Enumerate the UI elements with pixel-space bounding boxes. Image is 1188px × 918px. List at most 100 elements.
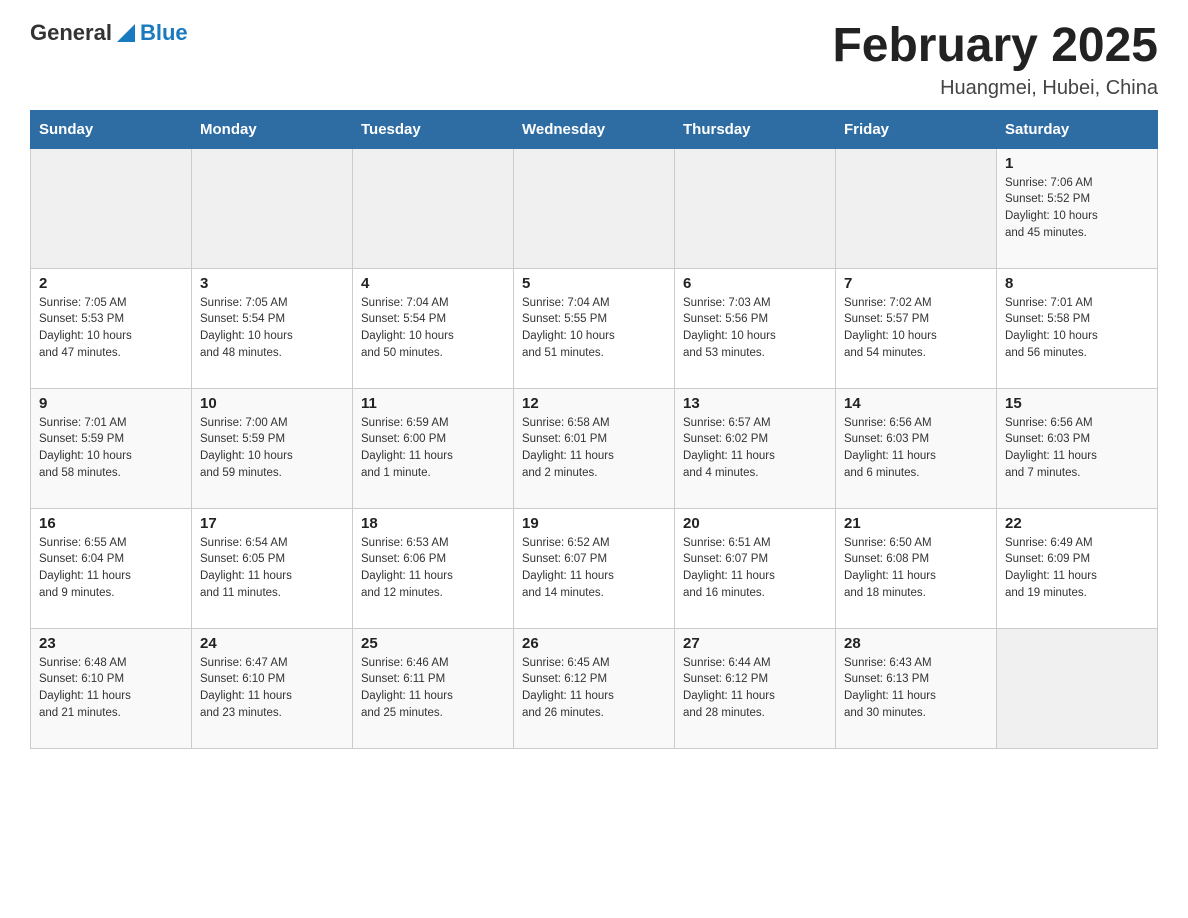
calendar-cell: 27Sunrise: 6:44 AM Sunset: 6:12 PM Dayli…: [675, 628, 836, 748]
day-info: Sunrise: 7:04 AM Sunset: 5:55 PM Dayligh…: [522, 295, 666, 362]
calendar-week-row: 16 Sunrise: 6:55 AM Sunset: 6:04 PM Dayli…: [31, 508, 1158, 628]
weekday-header-tuesday: Tuesday: [353, 110, 514, 148]
logo-text-general: General: [30, 20, 112, 46]
day-info: Sunrise: 6:50 AM Sunset: 6:08 PM Dayligh…: [844, 535, 988, 602]
day-number: 22: [1005, 515, 1149, 532]
day-info: Sunrise: 6:46 AM Sunset: 6:11 PM Dayligh…: [361, 655, 505, 722]
day-number: 19: [522, 515, 666, 532]
day-number: 5: [522, 275, 666, 292]
logo-triangle-icon: [117, 24, 135, 42]
day-number: 28: [844, 635, 988, 652]
calendar-cell: 22 Sunrise: 6:49 AM Sunset: 6:09 PM Dayli…: [997, 508, 1158, 628]
day-info: Sunrise: 6:43 AM Sunset: 6:13 PM Dayligh…: [844, 655, 988, 722]
calendar-cell: 14 Sunrise: 6:56 AM Sunset: 6:03 PM Dayli…: [836, 388, 997, 508]
calendar-cell: 20 Sunrise: 6:51 AM Sunset: 6:07 PM Dayli…: [675, 508, 836, 628]
day-number: 24: [200, 635, 344, 652]
calendar-cell: [31, 148, 192, 268]
weekday-header-row: SundayMondayTuesdayWednesdayThursdayFrid…: [31, 110, 1158, 148]
day-number: 26: [522, 635, 666, 652]
weekday-header-friday: Friday: [836, 110, 997, 148]
day-number: 6: [683, 275, 827, 292]
day-info: Sunrise: 6:53 AM Sunset: 6:06 PM Dayligh…: [361, 535, 505, 602]
title-block: February 2025 Huangmei, Hubei, China: [832, 20, 1158, 100]
calendar-cell: 8 Sunrise: 7:01 AM Sunset: 5:58 PM Daylig…: [997, 268, 1158, 388]
calendar-cell: 25 Sunrise: 6:46 AM Sunset: 6:11 PM Dayli…: [353, 628, 514, 748]
calendar-cell: [514, 148, 675, 268]
calendar-cell: 15 Sunrise: 6:56 AM Sunset: 6:03 PM Dayli…: [997, 388, 1158, 508]
weekday-header-thursday: Thursday: [675, 110, 836, 148]
day-info: Sunrise: 7:03 AM Sunset: 5:56 PM Dayligh…: [683, 295, 827, 362]
calendar-cell: 13Sunrise: 6:57 AM Sunset: 6:02 PM Dayli…: [675, 388, 836, 508]
calendar-cell: 24 Sunrise: 6:47 AM Sunset: 6:10 PM Dayli…: [192, 628, 353, 748]
calendar-cell: 17 Sunrise: 6:54 AM Sunset: 6:05 PM Dayli…: [192, 508, 353, 628]
calendar-cell: 4 Sunrise: 7:04 AM Sunset: 5:54 PM Daylig…: [353, 268, 514, 388]
calendar-cell: 26Sunrise: 6:45 AM Sunset: 6:12 PM Dayli…: [514, 628, 675, 748]
day-info: Sunrise: 7:01 AM Sunset: 5:59 PM Dayligh…: [39, 415, 183, 482]
day-info: Sunrise: 7:05 AM Sunset: 5:53 PM Dayligh…: [39, 295, 183, 362]
day-number: 1: [1005, 155, 1149, 172]
day-number: 18: [361, 515, 505, 532]
day-info: Sunrise: 6:56 AM Sunset: 6:03 PM Dayligh…: [1005, 415, 1149, 482]
calendar-cell: 2 Sunrise: 7:05 AM Sunset: 5:53 PM Daylig…: [31, 268, 192, 388]
calendar-cell: [192, 148, 353, 268]
calendar-cell: 19 Sunrise: 6:52 AM Sunset: 6:07 PM Dayli…: [514, 508, 675, 628]
day-info: Sunrise: 6:49 AM Sunset: 6:09 PM Dayligh…: [1005, 535, 1149, 602]
day-number: 7: [844, 275, 988, 292]
day-info: Sunrise: 7:05 AM Sunset: 5:54 PM Dayligh…: [200, 295, 344, 362]
calendar-subtitle: Huangmei, Hubei, China: [832, 77, 1158, 100]
day-info: Sunrise: 6:56 AM Sunset: 6:03 PM Dayligh…: [844, 415, 988, 482]
day-number: 25: [361, 635, 505, 652]
calendar-cell: 3Sunrise: 7:05 AM Sunset: 5:54 PM Daylig…: [192, 268, 353, 388]
weekday-header-wednesday: Wednesday: [514, 110, 675, 148]
day-info: Sunrise: 7:01 AM Sunset: 5:58 PM Dayligh…: [1005, 295, 1149, 362]
calendar-cell: [675, 148, 836, 268]
day-number: 11: [361, 395, 505, 412]
day-number: 10: [200, 395, 344, 412]
calendar-week-row: 1 Sunrise: 7:06 AM Sunset: 5:52 PM Daylig…: [31, 148, 1158, 268]
calendar-cell: 16 Sunrise: 6:55 AM Sunset: 6:04 PM Dayli…: [31, 508, 192, 628]
calendar-cell: 1 Sunrise: 7:06 AM Sunset: 5:52 PM Daylig…: [997, 148, 1158, 268]
calendar-cell: 6 Sunrise: 7:03 AM Sunset: 5:56 PM Daylig…: [675, 268, 836, 388]
day-info: Sunrise: 6:47 AM Sunset: 6:10 PM Dayligh…: [200, 655, 344, 722]
day-info: Sunrise: 6:54 AM Sunset: 6:05 PM Dayligh…: [200, 535, 344, 602]
day-number: 13: [683, 395, 827, 412]
day-number: 15: [1005, 395, 1149, 412]
calendar-cell: 12Sunrise: 6:58 AM Sunset: 6:01 PM Dayli…: [514, 388, 675, 508]
day-info: Sunrise: 6:51 AM Sunset: 6:07 PM Dayligh…: [683, 535, 827, 602]
day-number: 21: [844, 515, 988, 532]
calendar-week-row: 9 Sunrise: 7:01 AM Sunset: 5:59 PM Daylig…: [31, 388, 1158, 508]
calendar-cell: 18 Sunrise: 6:53 AM Sunset: 6:06 PM Dayli…: [353, 508, 514, 628]
logo: General Blue: [30, 20, 188, 46]
day-number: 20: [683, 515, 827, 532]
day-number: 23: [39, 635, 183, 652]
day-number: 17: [200, 515, 344, 532]
calendar-cell: 7 Sunrise: 7:02 AM Sunset: 5:57 PM Daylig…: [836, 268, 997, 388]
day-info: Sunrise: 7:02 AM Sunset: 5:57 PM Dayligh…: [844, 295, 988, 362]
day-info: Sunrise: 7:06 AM Sunset: 5:52 PM Dayligh…: [1005, 175, 1149, 242]
calendar-cell: 10Sunrise: 7:00 AM Sunset: 5:59 PM Dayli…: [192, 388, 353, 508]
day-number: 9: [39, 395, 183, 412]
day-number: 14: [844, 395, 988, 412]
logo-text-blue: Blue: [140, 20, 188, 46]
calendar-cell: 23 Sunrise: 6:48 AM Sunset: 6:10 PM Dayli…: [31, 628, 192, 748]
day-info: Sunrise: 7:04 AM Sunset: 5:54 PM Dayligh…: [361, 295, 505, 362]
day-number: 2: [39, 275, 183, 292]
calendar-title: February 2025: [832, 20, 1158, 73]
weekday-header-saturday: Saturday: [997, 110, 1158, 148]
day-number: 16: [39, 515, 183, 532]
page-header: General Blue February 2025 Huangmei, Hube…: [30, 20, 1158, 100]
day-number: 27: [683, 635, 827, 652]
day-info: Sunrise: 6:59 AM Sunset: 6:00 PM Dayligh…: [361, 415, 505, 482]
day-info: Sunrise: 6:48 AM Sunset: 6:10 PM Dayligh…: [39, 655, 183, 722]
day-info: Sunrise: 6:52 AM Sunset: 6:07 PM Dayligh…: [522, 535, 666, 602]
calendar-cell: 9 Sunrise: 7:01 AM Sunset: 5:59 PM Daylig…: [31, 388, 192, 508]
day-number: 4: [361, 275, 505, 292]
calendar-week-row: 23 Sunrise: 6:48 AM Sunset: 6:10 PM Dayli…: [31, 628, 1158, 748]
calendar-cell: 28 Sunrise: 6:43 AM Sunset: 6:13 PM Dayli…: [836, 628, 997, 748]
calendar-cell: [353, 148, 514, 268]
calendar-cell: 11 Sunrise: 6:59 AM Sunset: 6:00 PM Dayli…: [353, 388, 514, 508]
day-info: Sunrise: 6:55 AM Sunset: 6:04 PM Dayligh…: [39, 535, 183, 602]
calendar-cell: [997, 628, 1158, 748]
calendar-table: SundayMondayTuesdayWednesdayThursdayFrid…: [30, 110, 1158, 749]
day-number: 8: [1005, 275, 1149, 292]
